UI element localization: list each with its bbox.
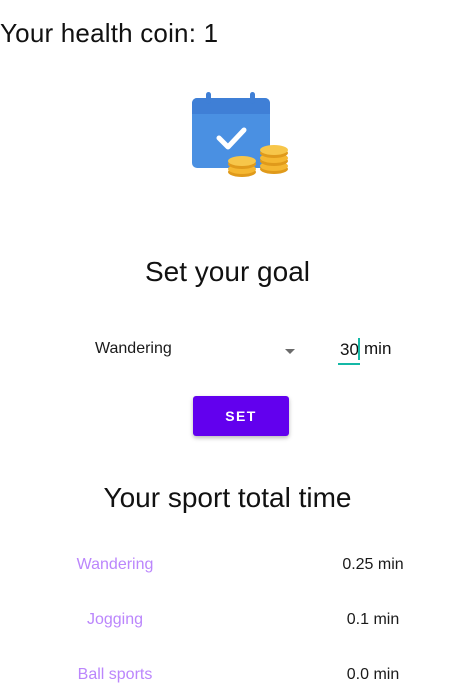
sport-name: Ball sports: [77, 666, 153, 683]
sport-row-wandering: Wandering 0.25 min: [0, 556, 455, 586]
sport-time: 0.25 min: [342, 556, 404, 573]
activity-select-value: Wandering: [95, 340, 172, 357]
health-coin-label: Your health coin:: [0, 18, 197, 48]
sport-name: Jogging: [86, 611, 144, 628]
set-goal-title: Set your goal: [145, 256, 310, 287]
health-coin-value: 1: [203, 18, 219, 48]
dropdown-arrow-icon[interactable]: [282, 343, 298, 359]
sport-row-ball-sports: Ball sports 0.0 min: [0, 666, 455, 696]
sport-time: 0.0 min: [346, 666, 400, 683]
goal-minutes-input[interactable]: [338, 335, 364, 365]
text-cursor: [358, 338, 360, 360]
set-goal-button[interactable]: SET: [193, 396, 289, 436]
sport-total-title: Your sport total time: [103, 482, 352, 513]
sport-time: 0.1 min: [346, 611, 400, 628]
sport-row-jogging: Jogging 0.1 min: [0, 611, 455, 641]
health-coin-line: Your health coin: 1: [0, 17, 218, 49]
sport-name: Wandering: [76, 556, 154, 573]
calendar-coins-icon: [186, 90, 296, 182]
goal-minutes-underline: [338, 363, 360, 365]
goal-unit-label: min: [364, 339, 392, 358]
activity-select[interactable]: Wandering: [90, 334, 308, 368]
